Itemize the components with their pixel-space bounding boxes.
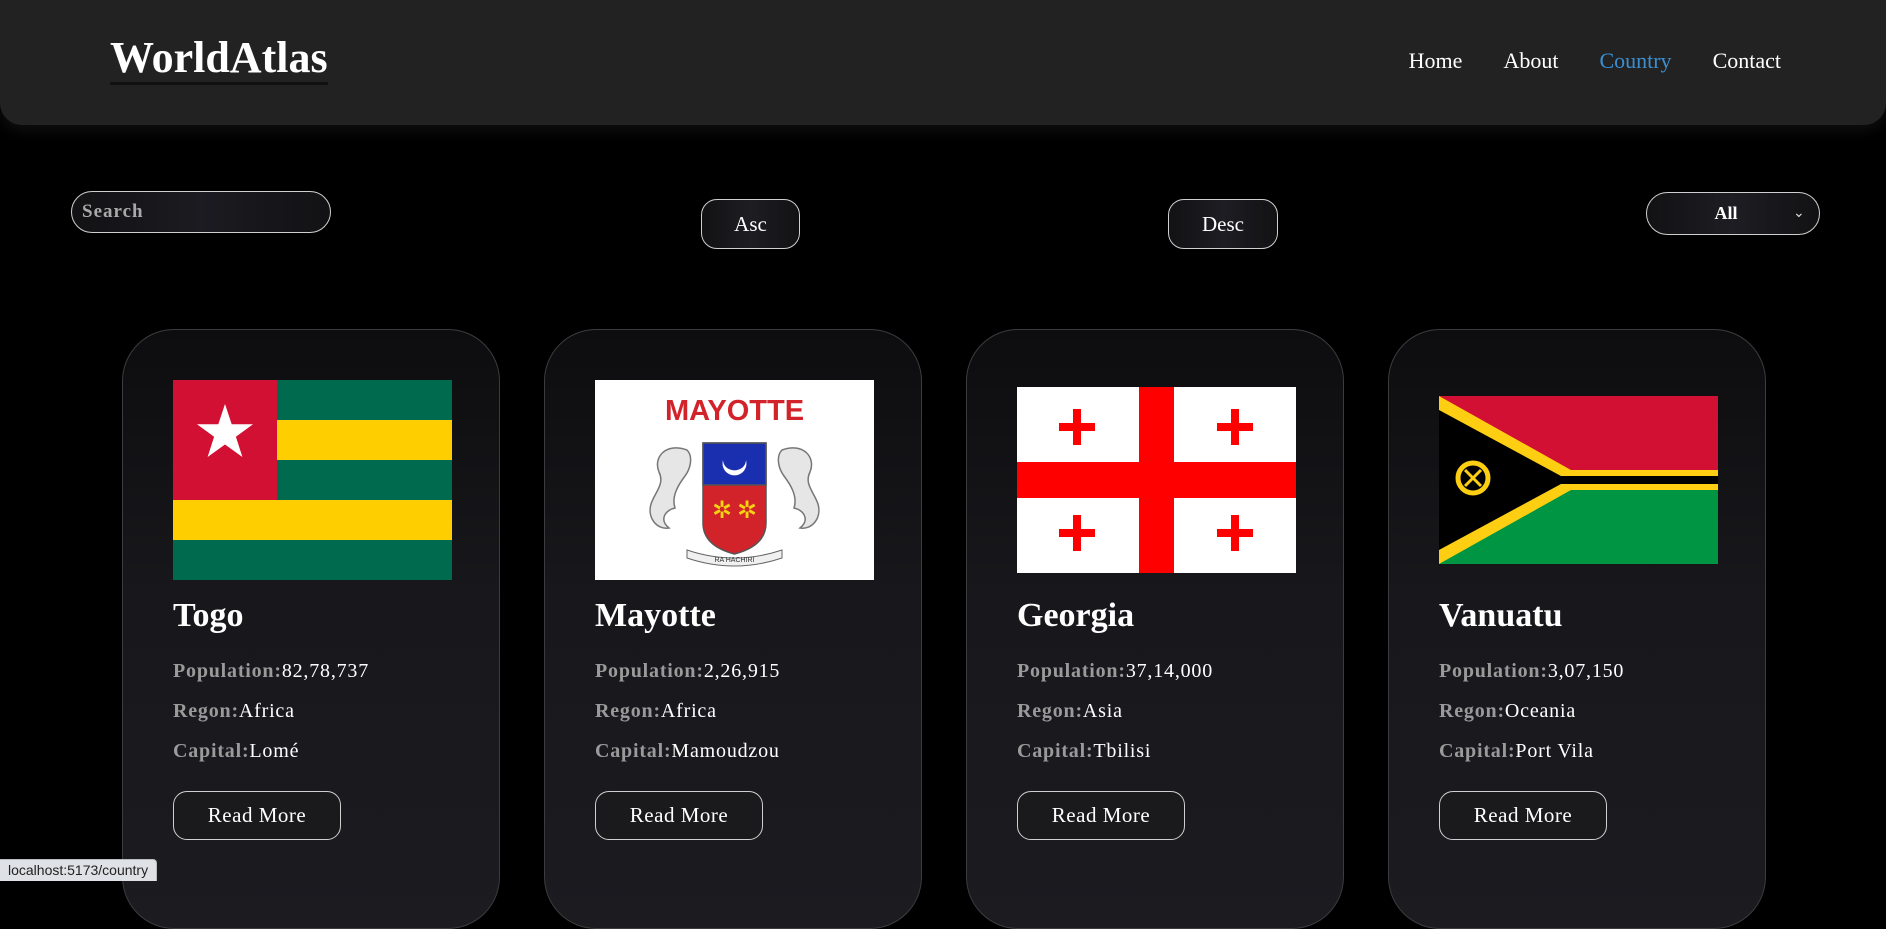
country-name: Togo [173,597,244,634]
region-row: Regon:Africa [173,700,295,723]
population-value: 3,07,150 [1547,660,1625,682]
region-label: Regon: [1017,700,1083,722]
population-row: Population:37,14,000 [1017,660,1213,683]
population-row: Population:2,26,915 [595,660,780,683]
capital-label: Capital: [1439,740,1516,762]
capital-row: Capital:Lomé [173,740,299,763]
capital-row: Capital:Tbilisi [1017,740,1151,763]
region-row: Regon:Oceania [1439,700,1576,723]
read-more-button[interactable]: Read More [173,791,341,840]
capital-value: Mamoudzou [671,740,780,762]
country-card: Georgia Population:37,14,000 Regon:Asia … [966,329,1344,929]
sort-desc-button[interactable]: Desc [1168,199,1278,249]
capital-value: Tbilisi [1093,740,1152,762]
flag-mayotte: MAYOTTE ✲ ✲ RA HACHIRI [595,380,874,580]
read-more-button[interactable]: Read More [1017,791,1185,840]
region-value: Africa [238,700,295,722]
nav-about-link[interactable]: About [1503,48,1558,74]
nav-home-link[interactable]: Home [1409,48,1463,74]
read-more-button[interactable]: Read More [595,791,763,840]
capital-label: Capital: [1017,740,1094,762]
region-filter-value: All [1714,203,1738,223]
svg-text:✲: ✲ [712,496,732,524]
flag-vanuatu [1439,396,1718,564]
country-card: MAYOTTE ✲ ✲ RA HACHIRI Mayotte Populatio… [544,329,922,929]
sort-asc-button[interactable]: Asc [701,199,800,249]
population-row: Population:82,78,737 [173,660,369,683]
chevron-down-icon: ⌄ [1793,206,1805,221]
main-nav: Home About Country Contact [1409,48,1781,74]
region-label: Regon: [173,700,239,722]
population-label: Population: [1017,660,1126,682]
country-card-list: Togo Population:82,78,737 Regon:Africa C… [122,329,1766,929]
nav-contact-link[interactable]: Contact [1713,48,1781,74]
site-logo[interactable]: WorldAtlas [110,33,328,86]
population-label: Population: [173,660,282,682]
country-name: Georgia [1017,597,1135,634]
region-label: Regon: [595,700,661,722]
population-value: 37,14,000 [1125,660,1214,682]
search-input[interactable] [71,191,331,233]
population-label: Population: [595,660,704,682]
capital-value: Lomé [249,740,300,762]
country-name: Vanuatu [1439,597,1563,634]
country-name: Mayotte [595,597,716,634]
population-value: 2,26,915 [703,660,781,682]
country-card: Vanuatu Population:3,07,150 Regon:Oceani… [1388,329,1766,929]
flag-text: MAYOTTE [665,395,804,427]
flag-georgia [1017,387,1296,573]
population-label: Population: [1439,660,1548,682]
flag-togo [173,380,452,580]
region-value: Oceania [1504,700,1577,722]
svg-text:✲: ✲ [737,496,757,524]
capital-label: Capital: [595,740,672,762]
capital-value: Port Vila [1515,740,1594,762]
nav-country-link[interactable]: Country [1599,48,1671,74]
region-row: Regon:Africa [595,700,717,723]
region-label: Regon: [1439,700,1505,722]
capital-row: Capital:Port Vila [1439,740,1594,763]
read-more-button[interactable]: Read More [1439,791,1607,840]
site-header: WorldAtlas Home About Country Contact [0,0,1886,125]
capital-row: Capital:Mamoudzou [595,740,780,763]
population-value: 82,78,737 [281,660,370,682]
region-row: Regon:Asia [1017,700,1123,723]
region-value: Africa [660,700,717,722]
region-value: Asia [1082,700,1123,722]
status-bar-url: localhost:5173/country [0,859,158,881]
population-row: Population:3,07,150 [1439,660,1624,683]
capital-label: Capital: [173,740,250,762]
region-filter-select[interactable]: All ⌄ [1646,192,1820,235]
country-card: Togo Population:82,78,737 Regon:Africa C… [122,329,500,929]
flag-motto: RA HACHIRI [714,557,754,564]
